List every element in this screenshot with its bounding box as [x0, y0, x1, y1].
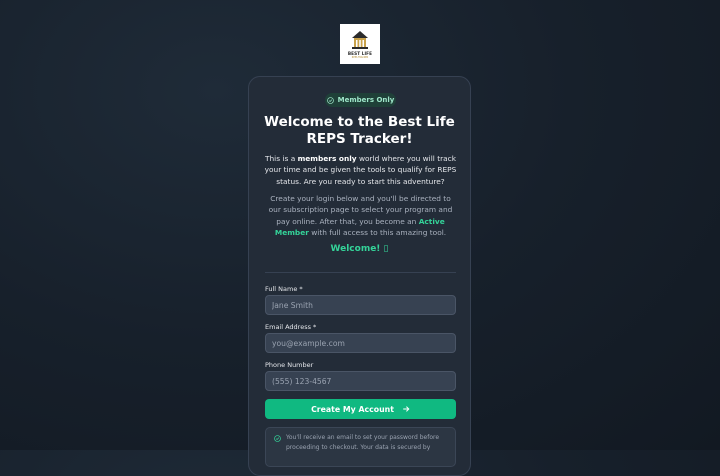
divider	[265, 272, 456, 273]
check-circle-icon	[274, 435, 281, 442]
title-line-1: Welcome to the Best Life	[264, 114, 455, 130]
brand-logo: BEST LIFE REPS TRACKER	[340, 24, 380, 64]
security-notice: You'll receive an email to set your pass…	[265, 427, 456, 467]
logo-building-icon	[352, 30, 368, 49]
full-name-label: Full Name *	[265, 285, 303, 293]
title-line-2: REPS Tracker!	[306, 130, 413, 147]
arrow-right-icon	[403, 406, 410, 412]
email-input[interactable]	[265, 333, 456, 353]
notice-line-1: You'll receive an email to set your pass…	[286, 434, 440, 441]
phone-label: Phone Number	[265, 361, 314, 369]
signup-card: Members Only Welcome to the Best Life RE…	[248, 76, 471, 476]
intro-bold: members only	[297, 154, 357, 163]
full-name-input[interactable]	[265, 295, 456, 315]
intro-text: This is a members only world where you w…	[263, 153, 458, 187]
info-part-2: with full access to this amazing tool.	[308, 228, 447, 238]
create-account-button[interactable]: Create My Account	[265, 399, 456, 419]
page-title: Welcome to the Best Life REPS Tracker!	[249, 114, 470, 147]
phone-input[interactable]	[265, 371, 456, 391]
logo-tagline: REPS TRACKER	[351, 55, 369, 59]
members-only-badge: Members Only	[325, 93, 396, 107]
shield-check-icon	[326, 96, 334, 104]
intro-part-1: This is a	[264, 154, 298, 163]
info-text: Create your login below and you'll be di…	[263, 193, 458, 239]
badge-label: Members Only	[337, 96, 395, 104]
welcome-text: Welcome! ▯	[330, 244, 389, 254]
email-label: Email Address *	[265, 323, 317, 331]
create-account-label: Create My Account	[311, 404, 394, 414]
notice-line-2: proceeding to checkout. Your data is sec…	[286, 444, 431, 451]
